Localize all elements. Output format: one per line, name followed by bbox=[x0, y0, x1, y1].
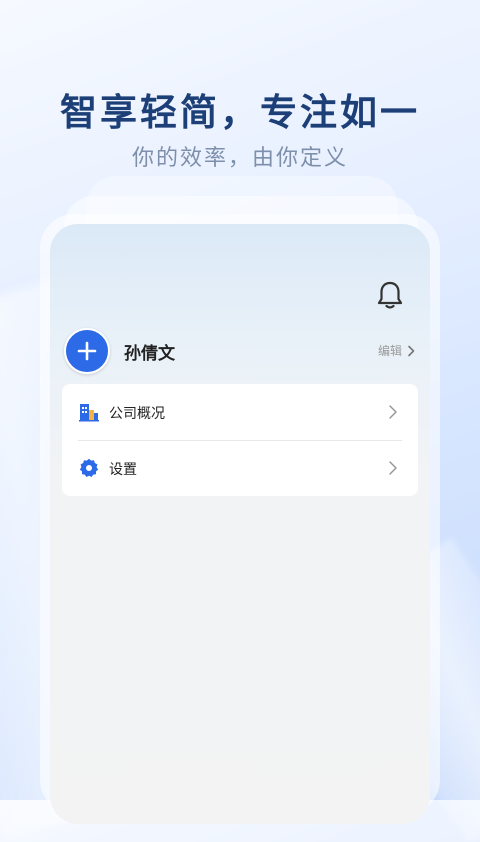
chevron-right-icon bbox=[408, 345, 415, 356]
bell-icon[interactable] bbox=[376, 280, 404, 310]
profile-header: 孙倩文 编辑 bbox=[64, 328, 416, 374]
menu-item-company-overview[interactable]: 公司概况 bbox=[62, 384, 418, 440]
menu-card: 公司概况 设置 bbox=[62, 384, 418, 496]
user-name: 孙倩文 bbox=[124, 344, 175, 364]
promo-subline: 你的效率，由你定义 bbox=[131, 146, 348, 171]
menu-item-settings[interactable]: 设置 bbox=[62, 440, 418, 496]
gear-icon bbox=[79, 458, 99, 477]
edit-label: 编辑 bbox=[377, 344, 402, 358]
menu-item-label: 公司概况 bbox=[109, 406, 165, 422]
menu-item-label: 设置 bbox=[109, 462, 137, 478]
promo-headline: 智享轻简，专注如一 bbox=[60, 91, 420, 134]
building-icon bbox=[79, 404, 99, 422]
chevron-right-icon bbox=[389, 405, 397, 419]
chevron-right-icon bbox=[389, 461, 397, 475]
edit-profile-link[interactable]: 编辑 bbox=[378, 342, 416, 359]
plus-icon bbox=[77, 341, 97, 361]
phone-screen: 孙倩文 编辑 公司概况 设置 bbox=[50, 224, 430, 824]
avatar-add-button[interactable] bbox=[64, 328, 110, 374]
